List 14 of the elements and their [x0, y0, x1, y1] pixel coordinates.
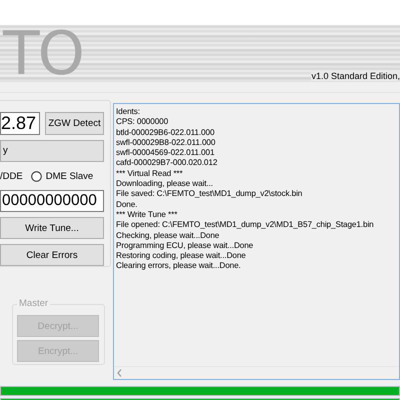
radio-label: /DDE — [0, 171, 23, 182]
version-text: v1.0 Standard Edition, — [311, 71, 400, 81]
zgw-detect-button[interactable]: ZGW Detect — [45, 112, 104, 135]
value-field[interactable]: 2.87 — [0, 112, 40, 135]
group-title: Master — [17, 298, 50, 309]
cut-off-button[interactable]: y — [0, 140, 104, 162]
serial-field[interactable]: 00000000000 — [0, 190, 104, 212]
logo-text: TO — [3, 25, 83, 82]
scroll-left-icon[interactable] — [117, 369, 122, 377]
clear-errors-button[interactable]: Clear Errors — [0, 244, 104, 266]
horizontal-scrollbar[interactable] — [114, 366, 399, 379]
radio-circle-icon[interactable] — [30, 171, 42, 182]
dme-slave-radio[interactable]: DME Slave — [30, 171, 94, 182]
write-tune-button[interactable]: Write Tune... — [0, 217, 104, 240]
